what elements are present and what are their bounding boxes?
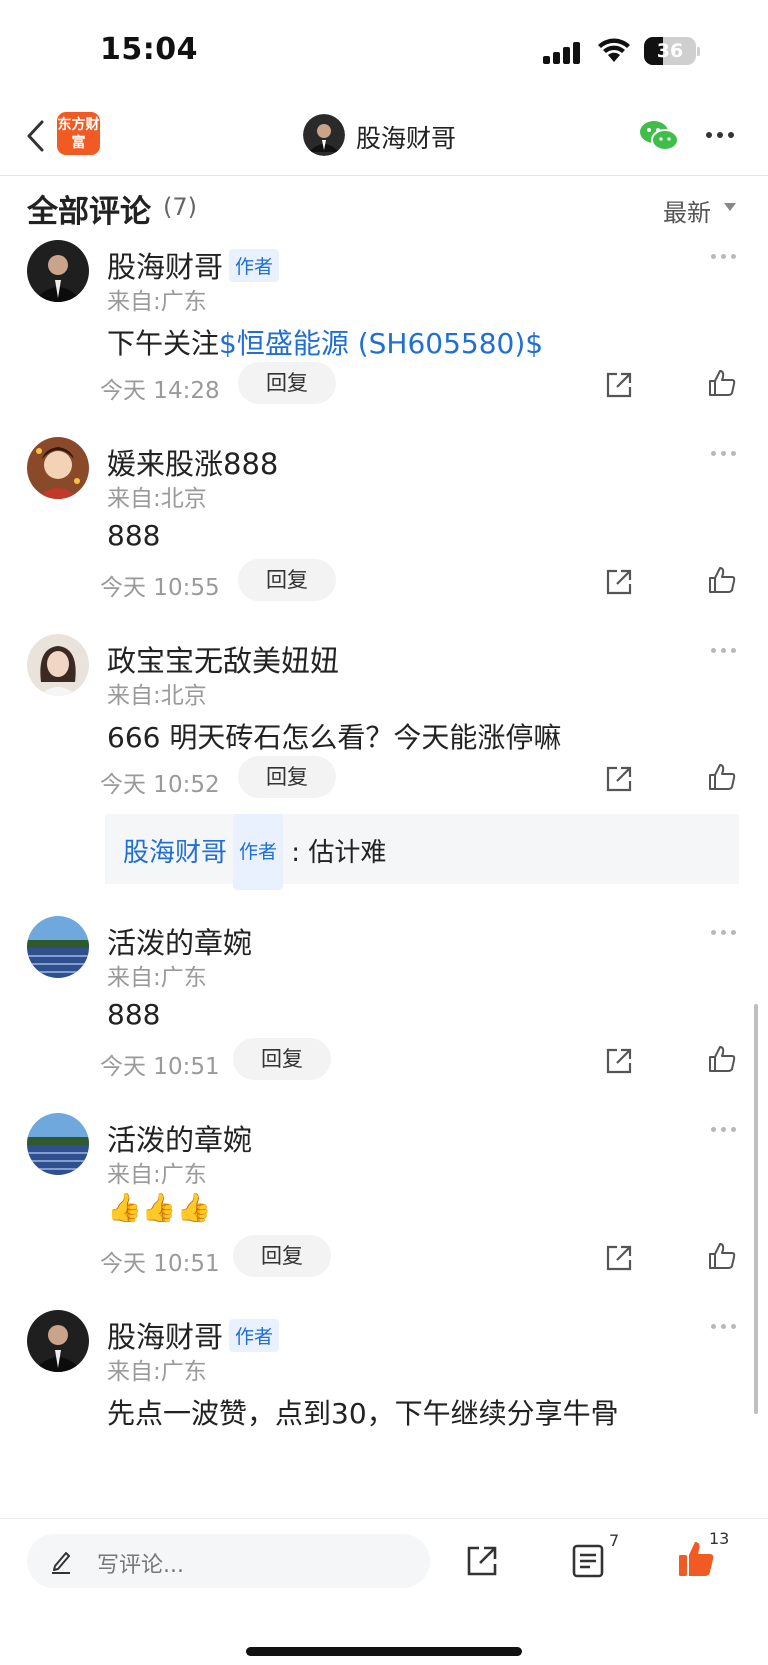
chevron-down-icon[interactable] [724, 203, 736, 211]
nav-title: 股海财哥 [356, 124, 457, 153]
avatar[interactable] [27, 634, 89, 696]
scrollbar[interactable] [754, 1004, 758, 1414]
status-time: 15:04 [100, 32, 198, 67]
avatar[interactable] [27, 916, 89, 978]
more-options-icon[interactable] [711, 451, 737, 457]
share-icon[interactable] [464, 1543, 500, 1579]
comment-content: 👍👍👍 [107, 1191, 212, 1224]
nav-bar: 东方财富 股海财哥 [0, 100, 768, 176]
comment-location: 来自:广东 [107, 1359, 207, 1385]
app-logo[interactable]: 东方财富 [57, 112, 100, 155]
comment-location: 来自:广东 [107, 1162, 207, 1188]
avatar[interactable] [303, 114, 345, 156]
comment-content: 888 [107, 519, 161, 552]
stock-link[interactable]: $恒盛能源 (SH605580)$ [219, 327, 543, 360]
more-options-icon[interactable] [711, 254, 737, 260]
comment-location: 来自:北京 [107, 683, 207, 709]
comment-time: 今天 10:55 [100, 575, 220, 601]
more-options-icon[interactable] [706, 130, 736, 140]
comment-input-placeholder: 写评论... [97, 1553, 184, 1578]
more-options-icon[interactable] [711, 930, 737, 936]
thumbs-up-icon[interactable] [707, 1044, 737, 1074]
comment-content: 888 [107, 998, 161, 1031]
share-icon[interactable] [604, 567, 634, 597]
reply-button[interactable]: 回复 [238, 756, 336, 798]
comment-location: 来自:广东 [107, 289, 207, 315]
comment-author[interactable]: 活泼的章婉 [107, 1117, 252, 1159]
sub-reply-separator: : [291, 838, 301, 868]
back-icon[interactable] [22, 116, 52, 156]
sort-dropdown[interactable]: 最新 [663, 193, 711, 228]
sub-reply-author[interactable]: 股海财哥 [123, 838, 227, 868]
like-count-badge: 13 [709, 1529, 730, 1548]
pencil-icon [52, 1552, 70, 1574]
comment-author[interactable]: 媛来股涨888 [107, 441, 278, 483]
reply-button[interactable]: 回复 [238, 559, 336, 601]
more-options-icon[interactable] [711, 648, 737, 654]
thumbs-up-icon[interactable] [707, 762, 737, 792]
wechat-icon[interactable] [638, 118, 680, 154]
sub-reply-text: 估计难 [308, 838, 387, 868]
reply-button[interactable]: 回复 [238, 362, 336, 404]
comment-location: 来自:北京 [107, 486, 207, 512]
comment-content: 666 明天砖石怎么看？今天能涨停嘛 [107, 721, 562, 754]
share-icon[interactable] [604, 1243, 634, 1273]
comment-input[interactable]: 写评论... [27, 1534, 430, 1588]
share-icon[interactable] [604, 764, 634, 794]
home-indicator [246, 1647, 522, 1656]
author-badge: 作者 [229, 1319, 280, 1352]
comment-author[interactable]: 股海财哥 作者 [107, 244, 280, 286]
avatar[interactable] [27, 240, 89, 302]
comment-time: 今天 10:51 [100, 1251, 220, 1277]
comment-content: 先点一波赞，点到30，下午继续分享牛骨 [107, 1397, 619, 1430]
comment-author[interactable]: 政宝宝无敌美妞妞 [107, 638, 339, 680]
battery-level: 36 [656, 40, 684, 62]
author-badge: 作者 [233, 814, 284, 890]
reply-button[interactable]: 回复 [233, 1038, 331, 1080]
more-options-icon[interactable] [711, 1127, 737, 1133]
reply-button[interactable]: 回复 [233, 1235, 331, 1277]
comment-author[interactable]: 活泼的章婉 [107, 920, 252, 962]
avatar[interactable] [27, 1113, 89, 1175]
share-icon[interactable] [604, 370, 634, 400]
comment-time: 今天 10:52 [100, 772, 220, 798]
comments-list-icon[interactable] [570, 1543, 606, 1579]
comment-content: 下午关注$恒盛能源 (SH605580)$ [107, 327, 544, 360]
comments-count: (7) [163, 193, 197, 221]
avatar[interactable] [27, 437, 89, 499]
battery-icon: 36 [644, 37, 700, 65]
cellular-signal-icon [543, 42, 583, 64]
comment-author[interactable]: 股海财哥 作者 [107, 1314, 280, 1356]
bottom-bar: 写评论... 7 13 [0, 1518, 768, 1665]
comment-location: 来自:广东 [107, 965, 207, 991]
sub-reply[interactable]: 股海财哥 作者 : 估计难 [105, 814, 739, 890]
more-options-icon[interactable] [711, 1324, 737, 1330]
thumbs-up-icon[interactable] [707, 1241, 737, 1271]
avatar[interactable] [27, 1310, 89, 1372]
thumbs-up-icon[interactable] [707, 565, 737, 595]
comments-title: 全部评论 [27, 194, 151, 230]
share-icon[interactable] [604, 1046, 634, 1076]
wifi-icon [598, 38, 630, 62]
thumbs-up-icon[interactable] [707, 368, 737, 398]
comment-time: 今天 14:28 [100, 378, 220, 404]
author-badge: 作者 [229, 249, 280, 282]
comment-count-badge: 7 [609, 1531, 620, 1550]
comment-time: 今天 10:51 [100, 1054, 220, 1080]
status-bar: 15:04 36 [0, 0, 768, 100]
